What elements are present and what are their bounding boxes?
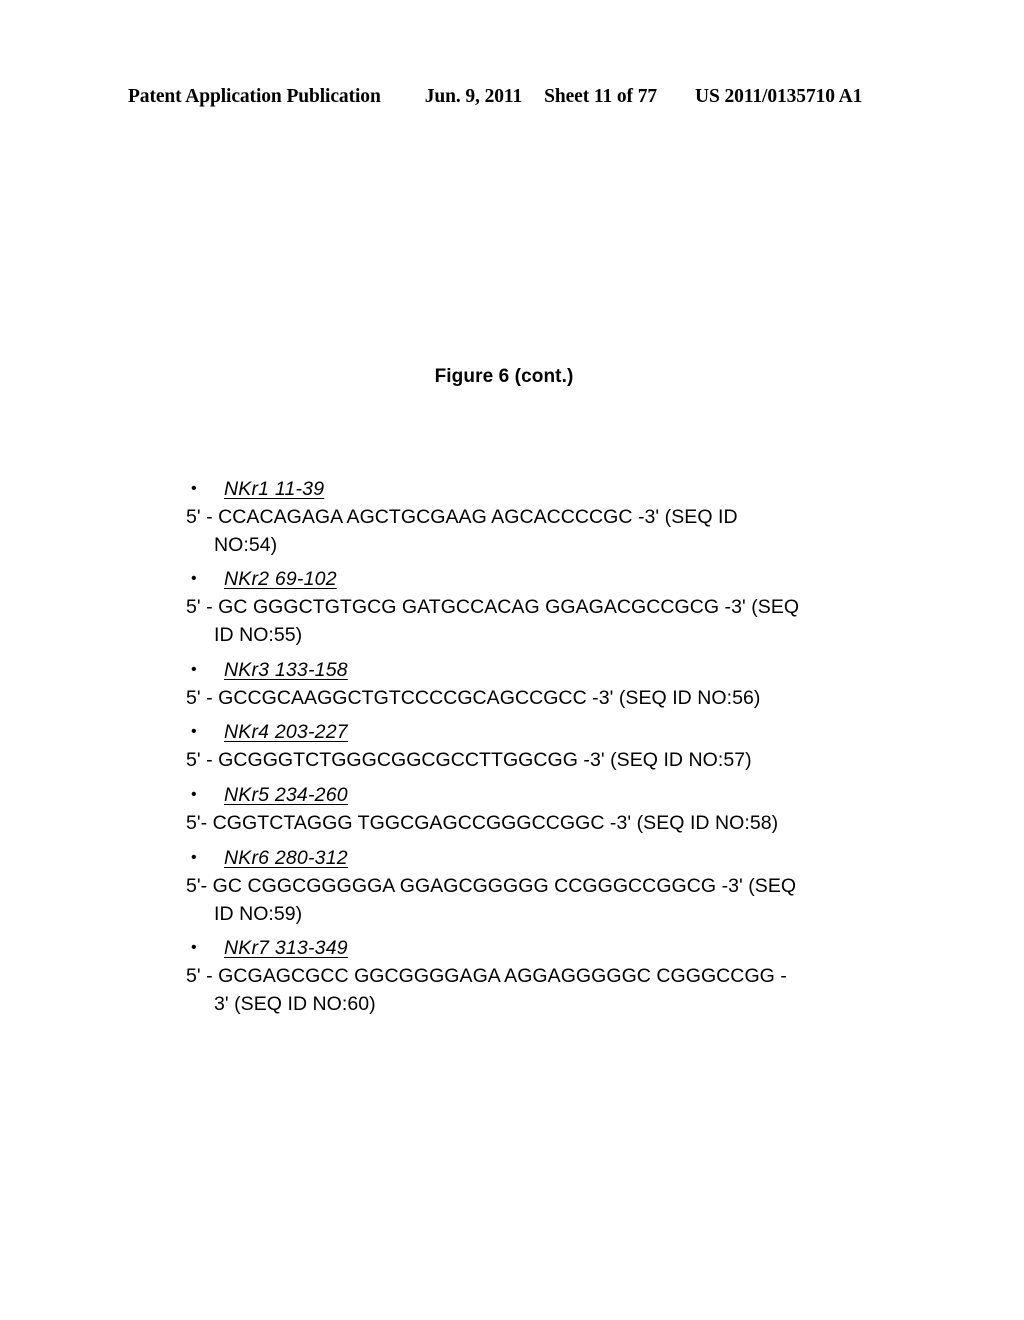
primer-name-label: NKr7 313-349 [224, 937, 348, 960]
primer-name-label: NKr2 69-102 [224, 568, 337, 591]
list-item: • NKr7 313-349 5' - GCGAGCGCC GGCGGGGAGA… [186, 937, 846, 1018]
sequence-text: 5'- CGGTCTAGGG TGGCGAGCCGGGCCGGC -3' (SE… [186, 810, 846, 838]
sequence-line-1: 5'- GC CGGCGGGGGA GGAGCGGGGG CCGGGCCGGCG… [186, 874, 797, 897]
sequence-line-1: 5' - GCCGCAAGGCTGTCCCCGCAGCCGCC -3' (SEQ… [186, 686, 761, 709]
sequence-entry-heading: • NKr7 313-349 [186, 937, 846, 960]
list-item: • NKr4 203-227 5' - GCGGGTCTGGGCGGCGCCTT… [186, 721, 846, 775]
bullet-icon: • [191, 480, 197, 497]
sequence-line-2: ID NO:59) [214, 902, 303, 925]
sequence-list: • NKr1 11-39 5' - CCACAGAGA AGCTGCGAAG A… [186, 478, 846, 1028]
primer-name-label: NKr6 280-312 [224, 846, 348, 869]
list-item: • NKr3 133-158 5' - GCCGCAAGGCTGTCCCCGCA… [186, 659, 846, 713]
sequence-line-2: ID NO:55) [214, 624, 303, 647]
sequence-line-2: 3' (SEQ ID NO:60) [214, 992, 376, 1015]
list-item: • NKr2 69-102 5' - GC GGGCTGTGCG GATGCCA… [186, 568, 846, 649]
sequence-text: 5'- GC CGGCGGGGGA GGAGCGGGGG CCGGGCCGGCG… [186, 873, 846, 928]
bullet-icon: • [191, 848, 197, 866]
publication-date: Jun. 9, 2011 [424, 86, 523, 107]
patent-page: Patent Application Publication Jun. 9, 2… [0, 0, 1024, 1320]
sequence-line-2: NO:54) [214, 533, 278, 556]
sheet-number: Sheet 11 of 77 [544, 86, 658, 107]
list-item: • NKr6 280-312 5'- GC CGGCGGGGGA GGAGCGG… [186, 847, 846, 928]
primer-name-label: NKr5 234-260 [224, 784, 348, 807]
publication-number: US 2011/0135710 A1 [695, 86, 863, 107]
sequence-entry-heading: • NKr2 69-102 [186, 568, 846, 591]
list-item: • NKr5 234-260 5'- CGGTCTAGGG TGGCGAGCCG… [186, 784, 846, 838]
sequence-text: 5' - GC GGGCTGTGCG GATGCCACAG GGAGACGCCG… [186, 594, 846, 649]
document-header: Patent Application Publication Jun. 9, 2… [128, 86, 888, 108]
sequence-entry-heading: • NKr3 133-158 [186, 659, 846, 682]
sequence-entry-heading: • NKr4 203-227 [186, 721, 846, 744]
bullet-icon: • [191, 786, 197, 804]
publication-type-label: Patent Application Publication [128, 86, 381, 107]
primer-name-label: NKr1 11-39 [224, 478, 325, 500]
bullet-icon: • [191, 570, 197, 588]
bullet-icon: • [191, 939, 197, 957]
sequence-line-1: 5'- CGGTCTAGGG TGGCGAGCCGGGCCGGC -3' (SE… [186, 812, 779, 835]
sequence-text: 5' - GCGGGTCTGGGCGGCGCCTTGGCGG -3' (SEQ … [186, 747, 846, 775]
sequence-text: 5' - GCGAGCGCC GGCGGGGAGA AGGAGGGGGC CGG… [186, 963, 846, 1018]
sequence-line-1: 5' - GCGGGTCTGGGCGGCGCCTTGGCGG -3' (SEQ … [186, 749, 752, 772]
sequence-line-1: 5' - CCACAGAGA AGCTGCGAAG AGCACCCCGC -3'… [186, 506, 738, 528]
sequence-text: 5' - GCCGCAAGGCTGTCCCCGCAGCCGCC -3' (SEQ… [186, 685, 846, 713]
sequence-line-1: 5' - GC GGGCTGTGCG GATGCCACAG GGAGACGCCG… [186, 596, 800, 619]
bullet-icon: • [191, 723, 197, 741]
primer-name-label: NKr3 133-158 [224, 658, 348, 681]
sequence-entry-heading: • NKr5 234-260 [186, 784, 846, 807]
primer-name-label: NKr4 203-227 [224, 721, 348, 744]
list-item: • NKr1 11-39 5' - CCACAGAGA AGCTGCGAAG A… [186, 478, 846, 559]
sequence-entry-heading: • NKr6 280-312 [186, 847, 846, 870]
sequence-entry-heading: • NKr1 11-39 [186, 478, 846, 501]
figure-title: Figure 6 (cont.) [0, 366, 1024, 388]
sequence-line-1: 5' - GCGAGCGCC GGCGGGGAGA AGGAGGGGGC CGG… [186, 965, 787, 988]
bullet-icon: • [191, 660, 197, 678]
figure-title-text: Figure 6 (cont.) [434, 366, 574, 387]
sequence-text: 5' - CCACAGAGA AGCTGCGAAG AGCACCCCGC -3'… [186, 504, 846, 559]
